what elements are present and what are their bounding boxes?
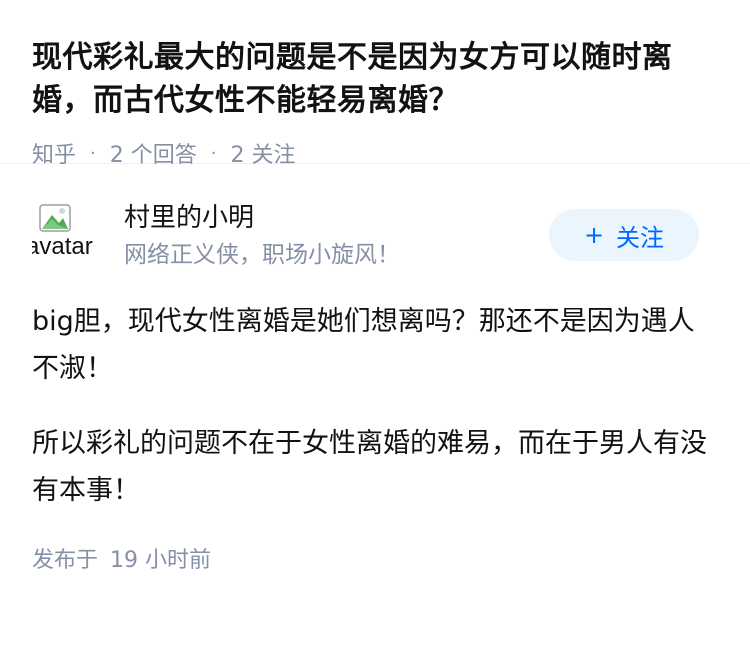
answer-paragraph: 所以彩礼的问题不在于女性离婚的难易，而在于男人有没有本事！ [32,428,707,506]
avatar-alt-text: avatar [32,233,93,260]
question-header: 现代彩礼最大的问题是不是因为女方可以随时离婚，而古代女性不能轻易离婚？ 知乎 ·… [0,0,750,168]
author-row: avatar 村里的小明 网络正义侠，职场小旋风！ + 关注 [32,198,718,272]
source-label[interactable]: 知乎 [32,137,76,169]
question-title[interactable]: 现代彩礼最大的问题是不是因为女方可以随时离婚，而古代女性不能轻易离婚？ [32,36,718,122]
publish-label: 发布于 [32,548,99,573]
author-bio: 网络正义侠，职场小旋风！ [124,242,400,268]
answer-card: avatar 村里的小明 网络正义侠，职场小旋风！ + 关注 big胆，现代女性… [0,164,750,574]
answer-page: 现代彩礼最大的问题是不是因为女方可以随时离婚，而古代女性不能轻易离婚？ 知乎 ·… [0,0,750,574]
publish-info: 发布于 19 小时前 [32,542,718,574]
plus-icon: + [583,221,605,249]
separator-dot: · [90,142,96,164]
follower-count: 2 关注 [230,143,296,168]
separator-dot: · [210,142,217,164]
author-info: 村里的小明 网络正义侠，职场小旋风！ [124,199,549,271]
follow-button-label: 关注 [616,223,665,252]
avatar[interactable]: avatar [32,203,96,267]
author-name[interactable]: 村里的小明 [124,199,549,237]
publish-time: 19 小时前 [110,548,212,573]
answer-count[interactable]: 2 个回答 [110,137,197,169]
answer-paragraph: big胆，现代女性离婚是她们想离吗？那还不是因为遇人不淑！ [32,306,695,384]
answer-content: big胆，现代女性离婚是她们想离吗？那还不是因为遇人不淑！ 所以彩礼的问题不在于… [32,298,718,514]
follow-button[interactable]: + 关注 [549,209,699,261]
